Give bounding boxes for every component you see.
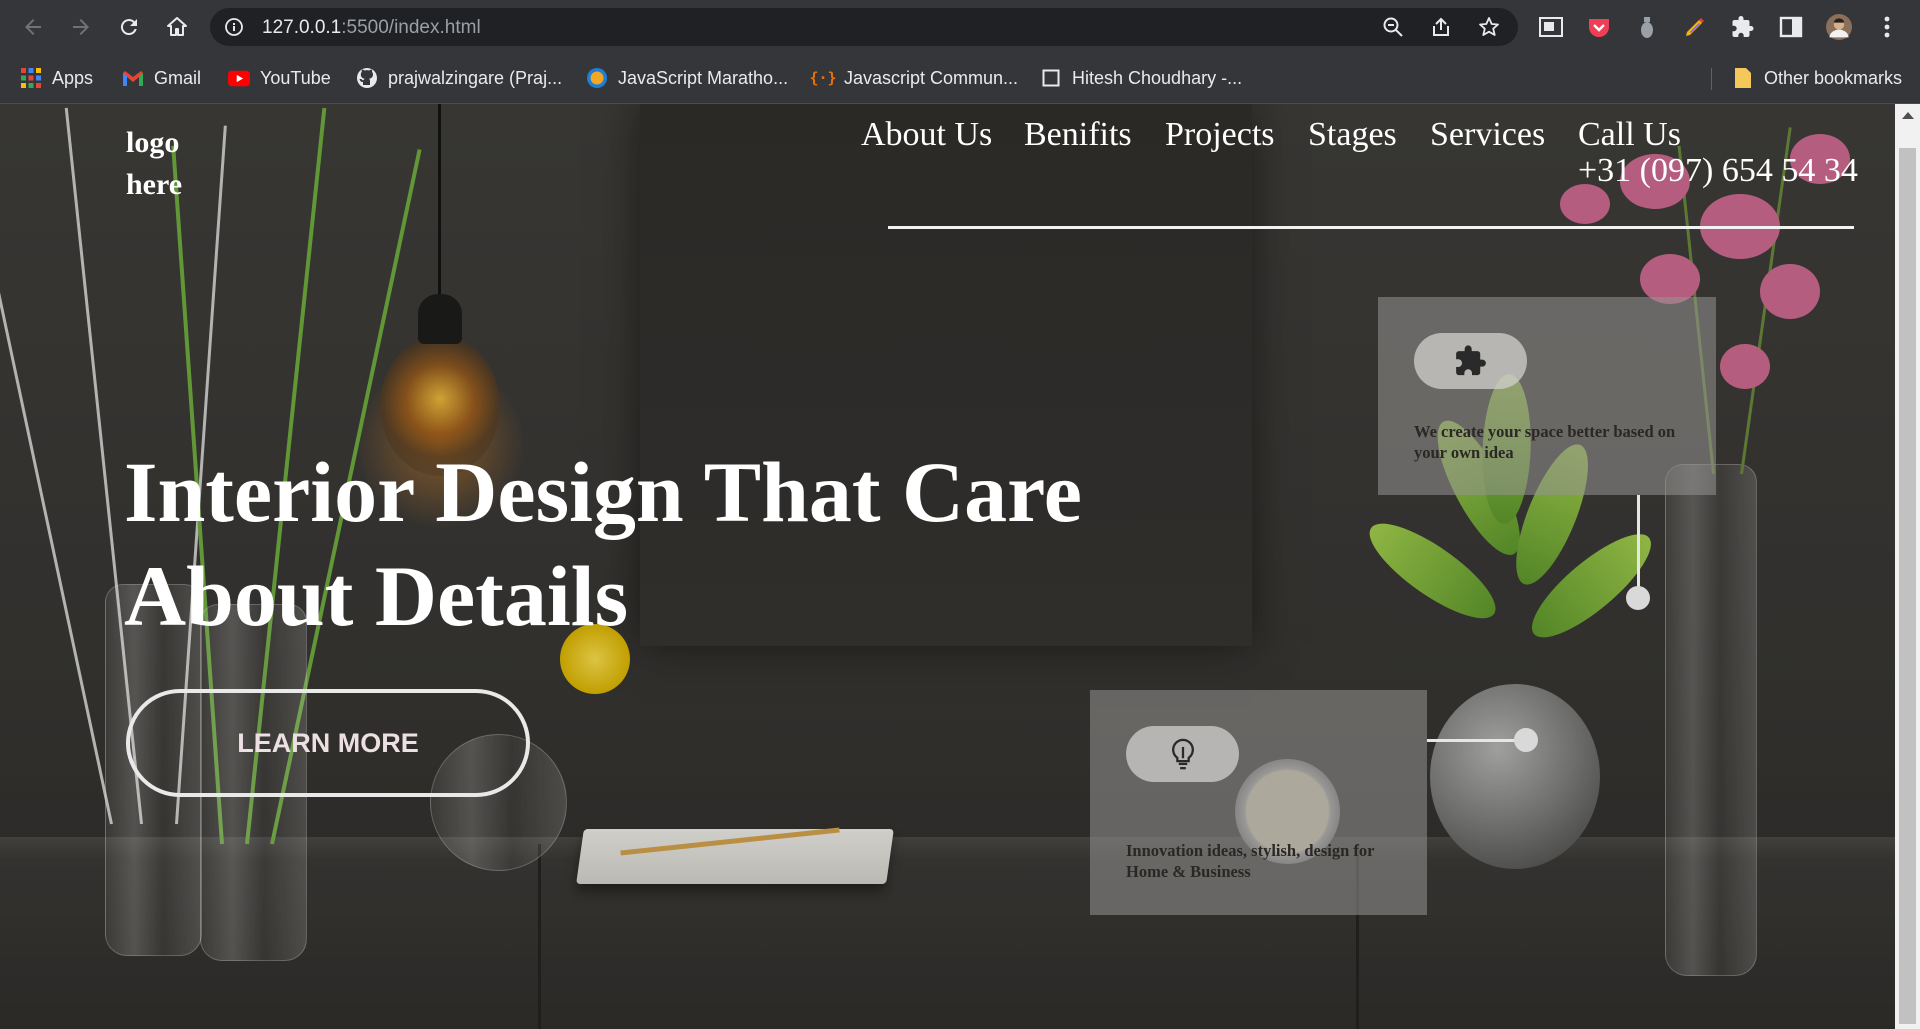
- bookmark-label: prajwalzingare (Praj...: [388, 67, 563, 88]
- page-viewport: logo here About Us Benifits Projects Sta…: [0, 104, 1895, 1029]
- url-text[interactable]: 127.0.0.1:5500/index.html: [262, 17, 481, 39]
- bookmark-github[interactable]: prajwalzingare (Praj...: [356, 64, 562, 92]
- card-connector-line: [1637, 495, 1640, 595]
- card-connector-dot: [1626, 586, 1650, 610]
- bookmark-label: Gmail: [154, 67, 202, 88]
- info-icon[interactable]: [224, 17, 244, 37]
- bookmark-javascript-community[interactable]: {·} Javascript Commun...: [809, 64, 1019, 92]
- card-connector-line: [1427, 739, 1527, 742]
- reload-button[interactable]: [114, 12, 144, 42]
- site-logo[interactable]: logo here: [126, 122, 226, 206]
- other-bookmarks-label: Other bookmarks: [1764, 67, 1903, 88]
- back-button[interactable]: [18, 12, 48, 42]
- side-panel-icon[interactable]: [1778, 14, 1804, 40]
- extensions-puzzle-icon[interactable]: [1730, 14, 1756, 40]
- url-path: :5500/index.html: [341, 17, 481, 38]
- nav-link-benifits[interactable]: Benifits: [1024, 116, 1132, 154]
- code-icon: {·}: [809, 69, 837, 87]
- home-icon: [167, 17, 187, 36]
- nav-link-stages[interactable]: Stages: [1308, 116, 1397, 154]
- home-button[interactable]: [162, 12, 192, 42]
- color-picker-icon[interactable]: [1682, 14, 1708, 40]
- media-router-icon[interactable]: [1538, 14, 1564, 40]
- feature-icon-pill: [1414, 333, 1527, 389]
- arrow-left-icon: [25, 19, 41, 35]
- youtube-icon: [228, 67, 250, 89]
- lightbulb-icon: [1171, 738, 1194, 770]
- feature-card-text: Innovation ideas, stylish, design for Ho…: [1126, 841, 1375, 881]
- bookmark-label: YouTube: [260, 67, 331, 88]
- bookmark-apps[interactable]: Apps: [20, 64, 93, 92]
- reload-icon: [120, 19, 137, 36]
- nav-link-call-us[interactable]: Call Us: [1578, 116, 1681, 154]
- feature-card-innovation: Innovation ideas, stylish, design for Ho…: [1090, 690, 1427, 915]
- site-icon: [586, 67, 608, 89]
- bookmark-gmail[interactable]: Gmail: [122, 64, 201, 92]
- pocket-icon[interactable]: [1586, 14, 1612, 40]
- bookmark-label: Apps: [52, 67, 94, 88]
- hero-title: Interior Design That Care About Details: [124, 444, 1082, 644]
- learn-more-button[interactable]: LEARN MORE: [126, 689, 530, 797]
- feature-card-text: We create your space better based on you…: [1414, 422, 1676, 462]
- page-icon: [1040, 67, 1062, 89]
- phone-number[interactable]: +31 (097) 654 54 34: [1578, 152, 1858, 190]
- bookmark-javascript-marathon[interactable]: JavaScript Maratho...: [586, 64, 788, 92]
- nav-link-services[interactable]: Services: [1430, 116, 1545, 154]
- scroll-up-arrow-icon[interactable]: [1902, 112, 1914, 119]
- zoom-icon[interactable]: [1382, 16, 1404, 38]
- share-icon[interactable]: [1430, 16, 1452, 38]
- bookmark-star-icon[interactable]: [1478, 16, 1500, 38]
- browser-toolbar: 127.0.0.1:5500/index.html: [0, 0, 1920, 54]
- bookmark-hitesh[interactable]: Hitesh Choudhary -...: [1040, 64, 1242, 92]
- forward-button[interactable]: [66, 12, 96, 42]
- nav-link-about-us[interactable]: About Us: [861, 116, 992, 154]
- github-icon: [356, 67, 378, 89]
- feature-card-ideas: We create your space better based on you…: [1378, 297, 1716, 495]
- other-bookmarks[interactable]: Other bookmarks: [1732, 64, 1902, 92]
- profile-avatar[interactable]: [1826, 14, 1852, 40]
- card-connector-dot: [1514, 728, 1538, 752]
- folder-icon: [1732, 67, 1754, 89]
- menu-kebab-icon[interactable]: [1874, 14, 1900, 40]
- address-bar[interactable]: 127.0.0.1:5500/index.html: [210, 8, 1518, 46]
- feature-icon-pill: [1126, 726, 1239, 782]
- page-scrollbar[interactable]: [1895, 104, 1920, 1029]
- bookmark-label: Javascript Commun...: [844, 67, 1019, 88]
- bookmarks-separator: [1711, 68, 1712, 90]
- apps-grid-icon: [20, 67, 42, 89]
- bookmark-youtube[interactable]: YouTube: [228, 64, 331, 92]
- header-divider: [888, 226, 1854, 229]
- bookmark-label: JavaScript Maratho...: [618, 67, 789, 88]
- gmail-icon: [122, 67, 144, 89]
- arrow-right-icon: [73, 19, 89, 35]
- bookmarks-bar: Apps Gmail YouTube prajwalzingare (Praj.…: [0, 54, 1920, 104]
- bookmark-label: Hitesh Choudhary -...: [1072, 67, 1243, 88]
- puzzle-icon: [1455, 345, 1486, 376]
- url-host: 127.0.0.1: [262, 17, 342, 38]
- nav-link-projects[interactable]: Projects: [1165, 116, 1275, 154]
- scrollbar-thumb[interactable]: [1899, 148, 1916, 1024]
- extension-bottle-icon[interactable]: [1634, 14, 1660, 40]
